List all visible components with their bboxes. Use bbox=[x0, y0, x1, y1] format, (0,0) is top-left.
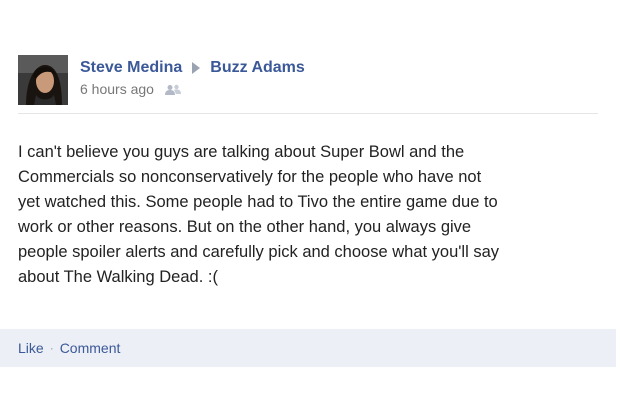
arrow-right-icon bbox=[192, 62, 201, 74]
friends-icon-graphic bbox=[164, 84, 181, 95]
avatar-photo-icon bbox=[18, 55, 68, 105]
comment-link[interactable]: Comment bbox=[60, 340, 121, 356]
story-header: Steve Medina Buzz Adams 6 hours ago bbox=[18, 53, 598, 107]
header-divider bbox=[18, 113, 598, 114]
avatar[interactable] bbox=[18, 55, 68, 105]
author-name-link[interactable]: Steve Medina bbox=[80, 59, 182, 77]
feed-story: Steve Medina Buzz Adams 6 hours ago I ca… bbox=[0, 0, 620, 400]
story-names: Steve Medina Buzz Adams bbox=[80, 57, 305, 79]
friends-icon[interactable] bbox=[164, 83, 182, 95]
like-link[interactable]: Like bbox=[18, 340, 44, 356]
target-name-link[interactable]: Buzz Adams bbox=[210, 59, 305, 77]
post-message: I can't believe you guys are talking abo… bbox=[18, 143, 500, 286]
action-bar: Like · Comment bbox=[0, 329, 616, 367]
story-meta: 6 hours ago bbox=[80, 81, 182, 97]
action-separator: · bbox=[49, 341, 54, 355]
timestamp-link[interactable]: 6 hours ago bbox=[80, 81, 154, 97]
